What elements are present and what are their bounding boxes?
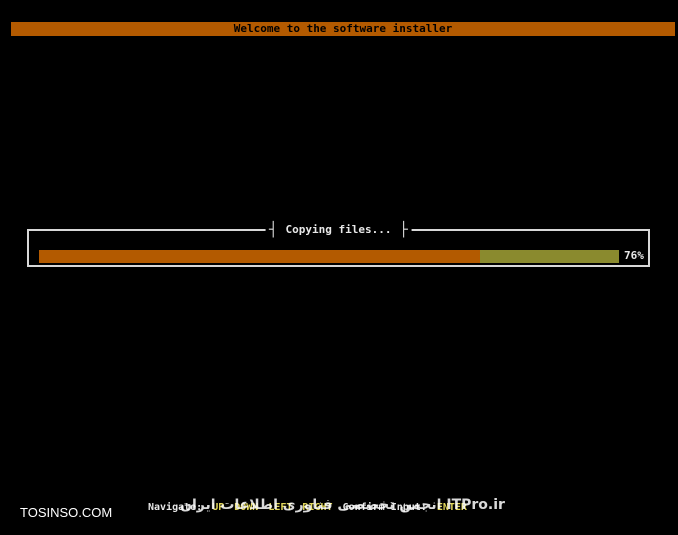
installer-title: Welcome to the software installer [233,22,453,35]
copy-progress-dialog: ┤ Copying files... ├ 76% [27,222,650,267]
dialog-title-wrap: ┤ Copying files... ├ [265,222,412,238]
progress-bar-track [39,250,619,263]
progress-percent-label: 76% [624,249,644,262]
dialog-title-right-bracket: ├ [399,222,408,238]
installer-title-bar: Welcome to the software installer [11,22,675,36]
progress-bar-fill [39,250,480,263]
dialog-title: Copying files... [285,223,392,236]
dialog-title-left-bracket: ┤ [269,222,278,238]
watermark-itpro: انجمن تخصصی فناوری اطلاعات ایران ITPro.i… [180,497,505,513]
watermark-tosinso: TOSINSO.COM [20,505,113,520]
